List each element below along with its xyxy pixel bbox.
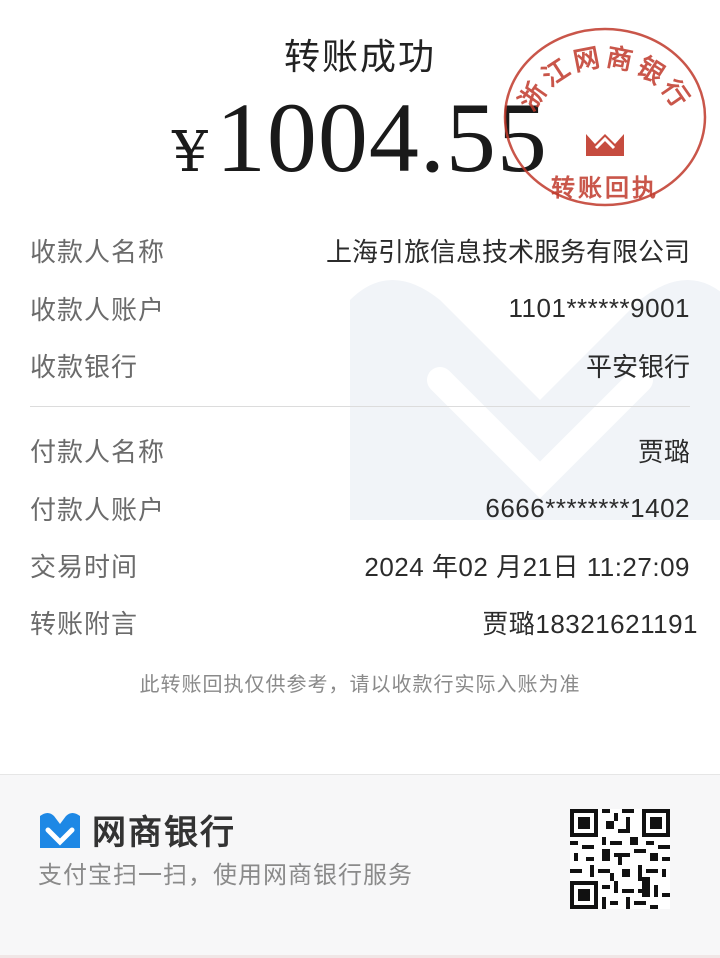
payee-bank-row: 收款银行 平安银行 [30, 345, 690, 385]
stamp-receipt-text: 转账回执 [551, 173, 659, 202]
amount-value: 1004.55 [215, 82, 548, 193]
brand: 网商银行 [38, 805, 236, 854]
transfer-memo-row: 转账附言 贾璐18321621191 [30, 602, 698, 642]
payer-account-value: 6666********1402 [485, 492, 690, 523]
footer: 网商银行 支付宝扫一扫，使用网商银行服务 [0, 774, 720, 958]
disclaimer-note: 此转账回执仅供参考，请以收款行实际入账为准 [139, 672, 581, 696]
payee-bank-label: 收款银行 [30, 352, 139, 383]
payer-name-value: 贾璐 [637, 437, 690, 468]
qr-code-icon[interactable] [570, 809, 670, 909]
transfer-memo-value: 贾璐18321621191 [482, 608, 698, 639]
mybank-logo-icon [40, 812, 80, 848]
payee-account-row: 收款人账户 1101******9001 [30, 288, 690, 328]
payer-name-label: 付款人名称 [30, 437, 166, 468]
transfer-memo-label: 转账附言 [30, 609, 139, 640]
payee-name-value: 上海引旅信息技术服务有限公司 [325, 237, 690, 268]
currency-symbol: ¥ [172, 120, 208, 185]
payee-name-label: 收款人名称 [30, 237, 166, 268]
payer-account-row: 付款人账户 6666********1402 [30, 488, 690, 528]
payee-account-label: 收款人账户 [30, 295, 166, 326]
brand-name: 网商银行 [92, 813, 236, 853]
transaction-time-label: 交易时间 [30, 552, 139, 583]
bank-seal-stamp: 浙江网商银行 转账回执 [503, 27, 707, 207]
section-divider [30, 406, 690, 407]
brand-subtitle: 支付宝扫一扫，使用网商银行服务 [38, 861, 413, 889]
transaction-time-row: 交易时间 2024 年02 月21日 11:27:09 [30, 545, 690, 585]
payee-account-value: 1101******9001 [508, 292, 690, 323]
payee-name-row: 收款人名称 上海引旅信息技术服务有限公司 [30, 230, 690, 270]
payee-bank-value: 平安银行 [585, 352, 690, 383]
payer-account-label: 付款人账户 [30, 495, 166, 526]
transaction-time-value: 2024 年02 月21日 11:27:09 [364, 551, 690, 582]
payer-name-row: 付款人名称 贾璐 [30, 430, 690, 470]
